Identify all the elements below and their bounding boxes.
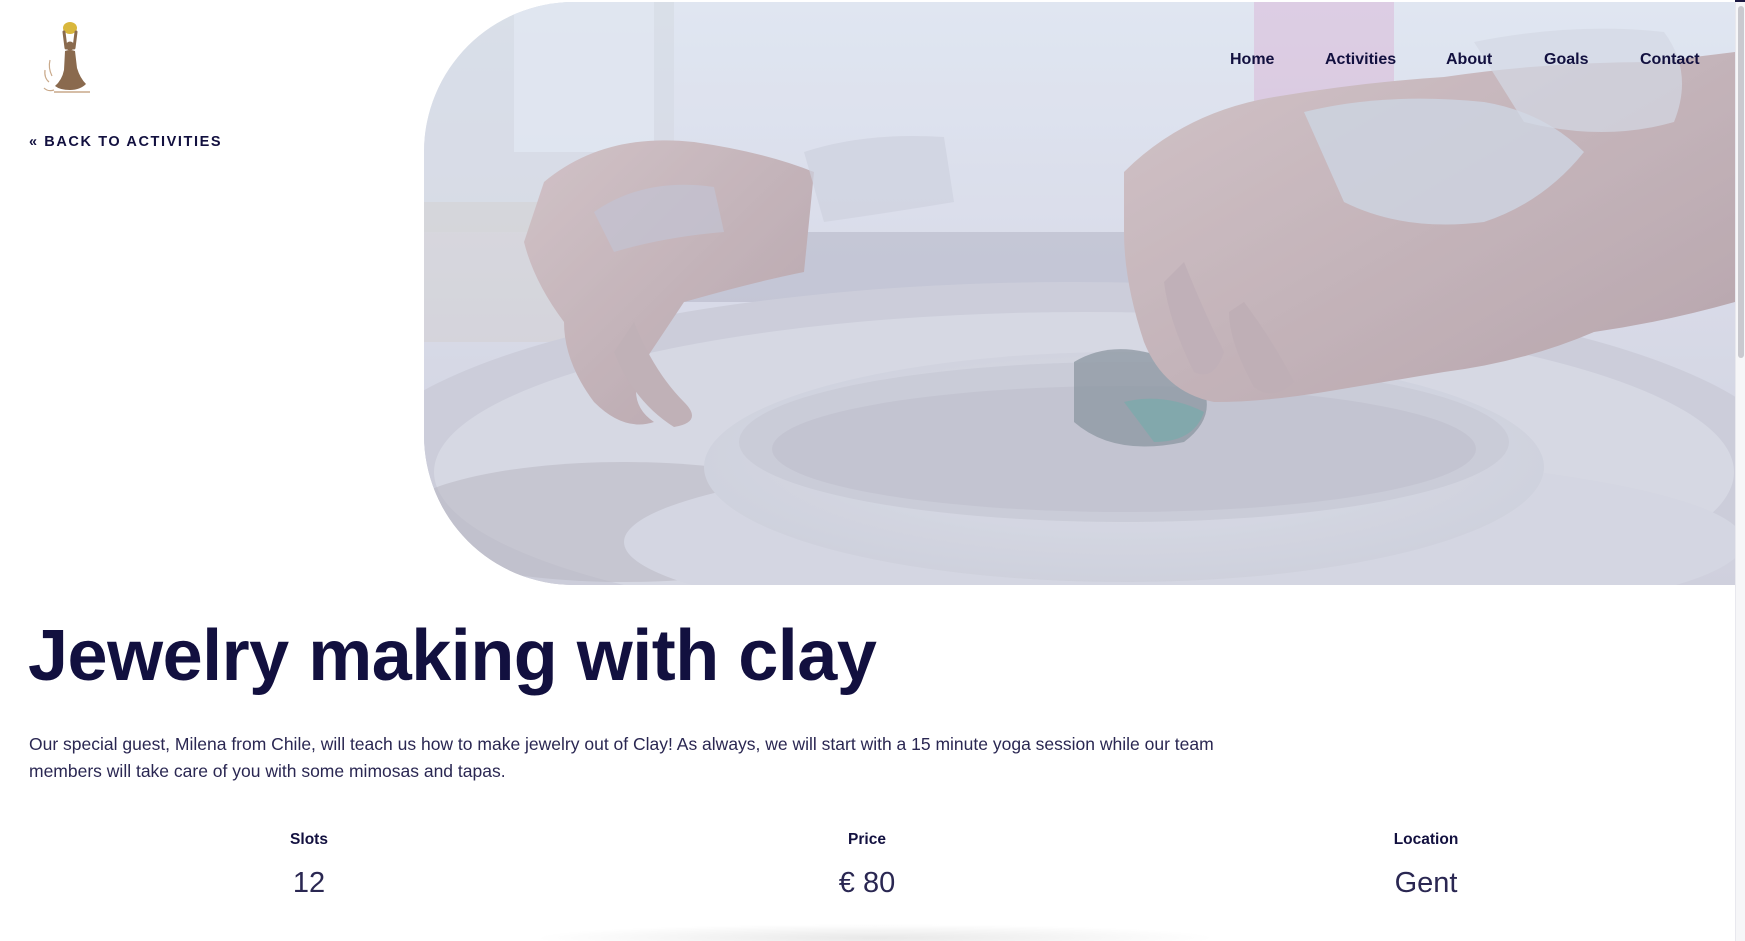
stat-price-value: € 80	[838, 867, 896, 899]
stat-slots-label: Slots	[290, 831, 328, 848]
stat-location: Location Gent	[1306, 831, 1546, 900]
vertical-scrollbar[interactable]	[1735, 2, 1745, 941]
scrollbar-thumb[interactable]	[1738, 6, 1744, 358]
stat-slots: Slots 12	[189, 831, 429, 900]
nav-activities[interactable]: Activities	[1325, 51, 1396, 69]
nav-contact[interactable]: Contact	[1640, 51, 1700, 69]
stat-slots-value: 12	[292, 867, 326, 899]
nav-about[interactable]: About	[1446, 51, 1492, 69]
hero-image-pottery-wheel	[424, 2, 1735, 585]
nav-goals[interactable]: Goals	[1544, 51, 1588, 69]
back-to-activities-link[interactable]: « BACK TO ACTIVITIES	[29, 134, 222, 150]
nav-home[interactable]: Home	[1230, 51, 1274, 69]
event-description: Our special guest, Milena from Chile, wi…	[29, 734, 1214, 781]
brand-logo[interactable]	[40, 20, 100, 98]
card-shadow	[530, 924, 1220, 941]
stat-price: Price € 80	[747, 831, 987, 900]
stat-price-label: Price	[848, 831, 886, 848]
stat-location-value: Gent	[1394, 867, 1458, 899]
page: « BACK TO ACTIVITIES Home Activities Abo…	[0, 0, 1735, 941]
page-title: Jewelry making with clay	[28, 616, 877, 696]
stat-location-label: Location	[1393, 831, 1459, 848]
